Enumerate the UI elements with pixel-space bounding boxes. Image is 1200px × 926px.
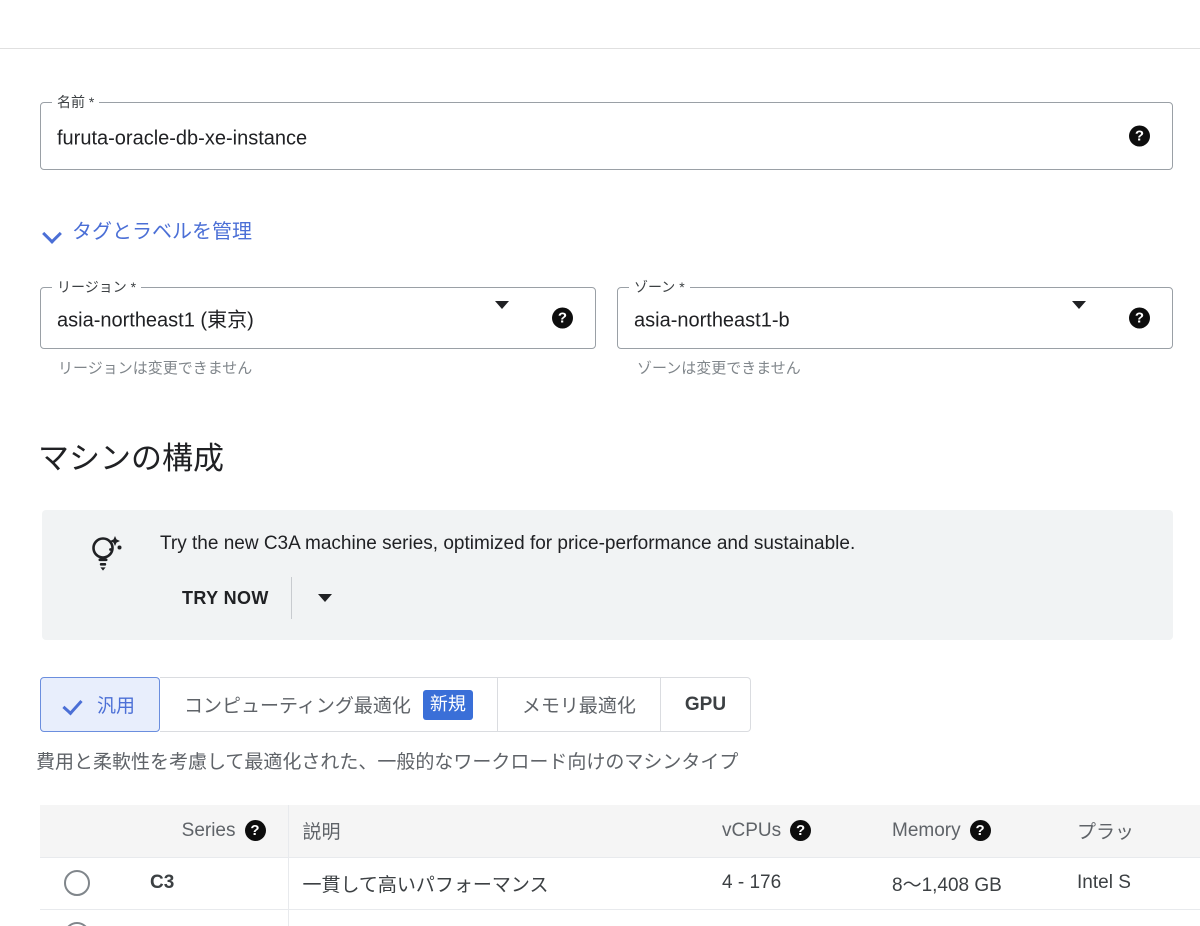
manage-tags-labels-label: タグとラベルを管理 <box>72 221 252 243</box>
instance-name-label: 名前 * <box>52 94 100 110</box>
tab-label: GPU <box>684 693 727 715</box>
series-radio-cell[interactable] <box>40 857 136 910</box>
series-description-cell <box>287 909 708 926</box>
machine-series-table: Series ? 説明 vCPUs ? Memory ? プラッ C3 一貫して… <box>40 805 1200 926</box>
table-header-row: Series ? 説明 vCPUs ? Memory ? プラッ <box>40 805 1200 858</box>
promo-message: Try the new C3A machine series, optimize… <box>160 533 856 554</box>
series-name-cell: C3 <box>136 857 288 910</box>
chevron-down-icon[interactable] <box>1072 301 1086 326</box>
header-description-label: 説明 <box>302 822 341 844</box>
chevron-down-icon <box>317 594 332 602</box>
instance-name-field[interactable]: 名前 * furuta-oracle-db-xe-instance ? <box>40 94 1173 170</box>
help-icon[interactable]: ? <box>1129 125 1150 147</box>
series-vcpus-cell <box>708 909 878 926</box>
region-helper-text: リージョンは変更できません <box>58 360 253 377</box>
series-platform-cell: Intel S <box>1063 857 1200 910</box>
header-series-label: Series <box>181 819 236 841</box>
table-row[interactable]: C2D <box>40 909 1200 926</box>
series-radio-cell[interactable] <box>40 909 136 926</box>
table-row[interactable]: C3 一貫して高いパフォーマンス 4 - 176 8〜1,408 GB Inte… <box>40 857 1200 910</box>
series-table-wrapper: Series ? 説明 vCPUs ? Memory ? プラッ C3 一貫して… <box>40 805 1200 926</box>
machine-config-heading: マシンの構成 <box>38 441 224 476</box>
header-memory: Memory ? <box>878 805 1063 858</box>
tab-memory-optimized[interactable]: メモリ最適化 <box>497 677 661 732</box>
series-platform-cell <box>1063 909 1200 926</box>
help-icon[interactable]: ? <box>969 820 991 842</box>
new-badge: 新規 <box>422 689 473 720</box>
region-label: リージョン * <box>52 279 142 295</box>
region-select[interactable]: リージョン * asia-northeast1 (東京) ? <box>40 279 596 349</box>
lightbulb-icon <box>86 532 126 576</box>
radio-button-c3[interactable] <box>64 870 90 896</box>
help-icon[interactable]: ? <box>244 820 266 842</box>
zone-helper-text: ゾーンは変更できません <box>637 360 801 377</box>
zone-label: ゾーン * <box>629 279 690 295</box>
help-icon[interactable]: ? <box>790 820 812 842</box>
header-vcpus: vCPUs ? <box>708 805 878 858</box>
check-icon <box>65 699 85 711</box>
top-divider <box>0 48 1200 49</box>
tab-general-purpose[interactable]: 汎用 <box>40 677 161 732</box>
create-instance-page: 名前 * furuta-oracle-db-xe-instance ? タグとラ… <box>0 0 1200 926</box>
region-value: asia-northeast1 (東京) <box>57 309 254 332</box>
promo-actions: TRY NOW <box>182 577 358 619</box>
manage-tags-labels-link[interactable]: タグとラベルを管理 <box>44 220 252 244</box>
series-vcpus-cell: 4 - 176 <box>708 857 878 910</box>
series-name-cell: C2D <box>136 909 288 926</box>
zone-value: asia-northeast1-b <box>634 309 790 332</box>
header-platform-label: プラッ <box>1077 822 1135 844</box>
machine-family-tabs: 汎用 コンピューティング最適化 新規 メモリ最適化 GPU <box>40 677 752 732</box>
tab-label: メモリ最適化 <box>521 696 636 717</box>
chevron-down-icon <box>44 227 62 238</box>
tab-label: コンピューティング最適化 <box>184 696 411 717</box>
series-description-cell: 一貫して高いパフォーマンス <box>287 857 708 910</box>
instance-name-value: furuta-oracle-db-xe-instance <box>57 127 308 150</box>
c3a-promo-banner: Try the new C3A machine series, optimize… <box>42 510 1173 640</box>
try-now-button[interactable]: TRY NOW <box>182 582 291 615</box>
header-description: 説明 <box>287 805 708 858</box>
tab-compute-optimized[interactable]: コンピューティング最適化 新規 <box>160 677 498 732</box>
help-icon[interactable]: ? <box>552 307 573 329</box>
tab-gpu[interactable]: GPU <box>660 677 752 732</box>
zone-select[interactable]: ゾーン * asia-northeast1-b ? <box>617 279 1173 349</box>
help-icon[interactable]: ? <box>1129 307 1150 329</box>
promo-more-button[interactable] <box>292 594 358 602</box>
machine-family-description: 費用と柔軟性を考慮して最適化された、一般的なワークロード向けのマシンタイプ <box>36 752 739 773</box>
series-memory-cell <box>878 909 1063 926</box>
header-platform: プラッ <box>1063 805 1200 858</box>
tab-label: 汎用 <box>97 696 136 717</box>
header-memory-label: Memory <box>892 819 961 841</box>
header-vcpus-label: vCPUs <box>722 819 782 841</box>
header-series: Series ? <box>136 805 288 858</box>
series-memory-cell: 8〜1,408 GB <box>878 857 1063 910</box>
header-radio <box>40 805 136 858</box>
radio-button-c2d[interactable] <box>64 922 90 926</box>
chevron-down-icon[interactable] <box>495 301 509 326</box>
